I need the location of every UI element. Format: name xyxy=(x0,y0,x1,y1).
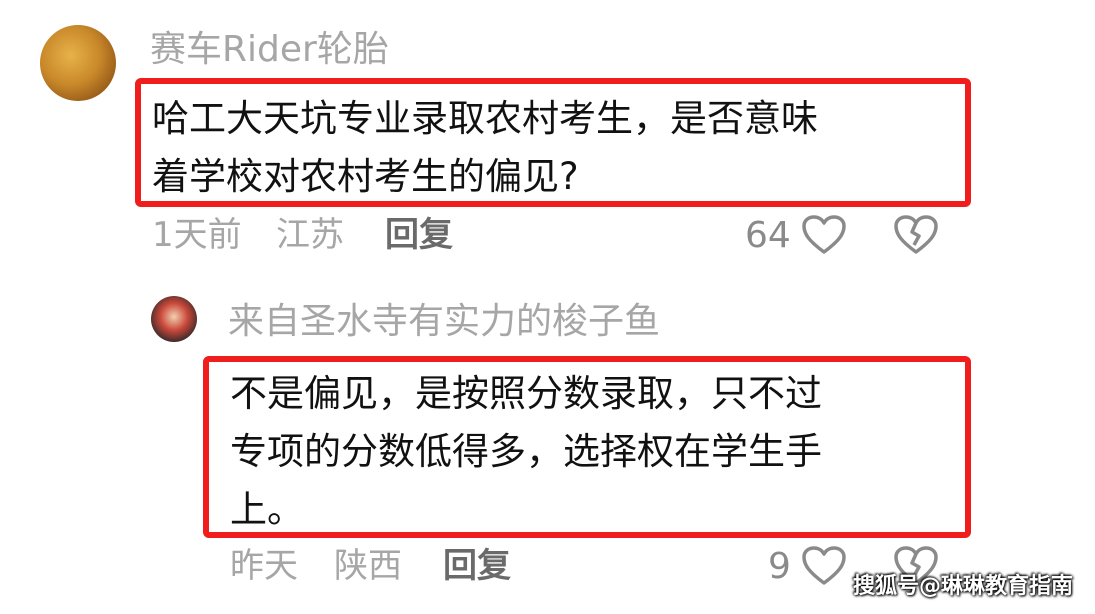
avatar[interactable] xyxy=(40,25,116,101)
avatar[interactable] xyxy=(151,296,197,342)
watermark: 搜狐号@琳琳教育指南 xyxy=(852,574,1073,599)
comment-time: 昨天 xyxy=(230,546,298,586)
heart-outline-icon[interactable] xyxy=(801,214,847,256)
reply-button[interactable]: 回复 xyxy=(385,218,453,252)
comment-text: 不是偏见，是按照分数录取，只不过 专项的分数低得多，选择权在学生手 上。 xyxy=(230,372,822,531)
like-count: 64 xyxy=(745,215,791,256)
comment-time: 1天前 xyxy=(152,215,242,255)
broken-heart-icon[interactable] xyxy=(893,214,939,256)
comment-location: 陕西 xyxy=(334,546,402,586)
comment-username[interactable]: 来自圣水寺有实力的梭子鱼 xyxy=(228,304,660,340)
heart-outline-icon[interactable] xyxy=(801,545,847,587)
reply-button[interactable]: 回复 xyxy=(443,549,511,583)
comment-location: 江苏 xyxy=(276,215,344,255)
comment-username[interactable]: 赛车Rider轮胎 xyxy=(150,32,389,68)
like-count: 9 xyxy=(768,546,791,587)
comment-text: 哈工大天坑专业录取农村考生，是否意味 着学校对农村考生的偏见? xyxy=(152,97,818,198)
